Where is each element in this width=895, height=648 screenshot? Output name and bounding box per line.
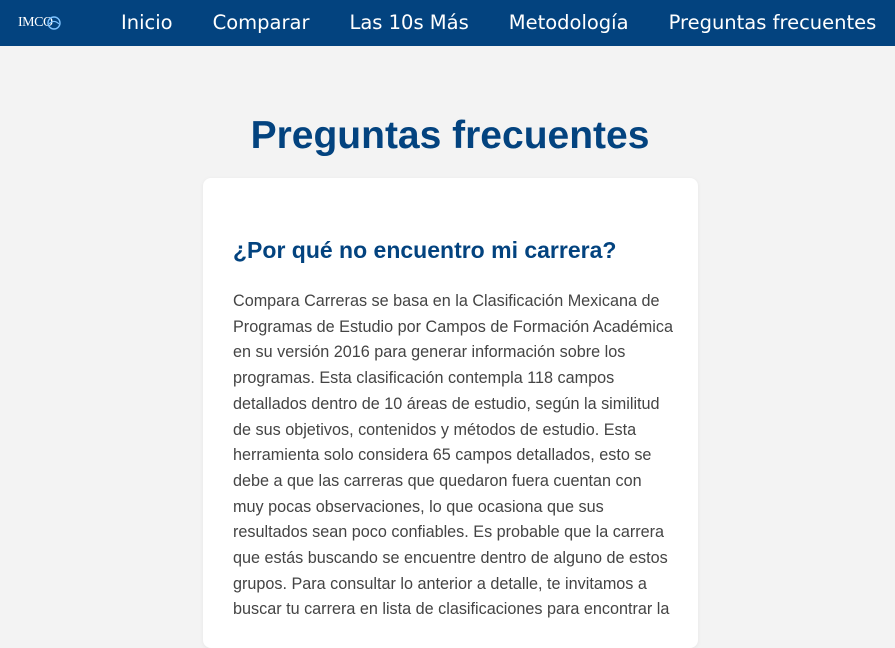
- faq-question: ¿Por qué no encuentro mi carrera?: [233, 237, 617, 263]
- imco-logo-icon: [47, 16, 61, 30]
- nav-link-las-10s-mas[interactable]: Las 10s Más: [349, 0, 468, 46]
- main-nav: Inicio Comparar Las 10s Más Metodología …: [121, 0, 876, 46]
- top-navbar: IMCO Inicio Comparar Las 10s Más Metodol…: [0, 0, 895, 46]
- nav-link-inicio[interactable]: Inicio: [121, 0, 173, 46]
- page-title: Preguntas frecuentes: [250, 114, 650, 157]
- faq-answer: Compara Carreras se basa en la Clasifica…: [233, 292, 673, 619]
- nav-link-comparar[interactable]: Comparar: [213, 0, 310, 46]
- faq-card: ¿Por qué no encuentro mi carrera? Compar…: [203, 178, 698, 648]
- imco-logo[interactable]: IMCO: [18, 13, 61, 33]
- nav-link-metodologia[interactable]: Metodología: [509, 0, 629, 46]
- nav-link-preguntas-frecuentes[interactable]: Preguntas frecuentes: [669, 0, 877, 46]
